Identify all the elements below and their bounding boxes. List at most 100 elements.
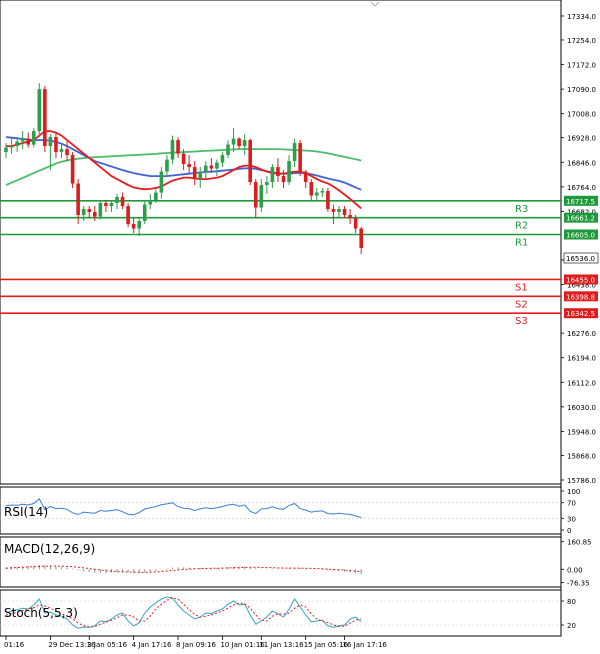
price-tick-label: 16764.0 [567, 184, 596, 192]
pivot-value-label: 16342.5 [566, 310, 595, 318]
pivot-value-label: 16717.5 [566, 198, 595, 206]
price-tick-label: 17172.0 [567, 62, 596, 70]
time-tick-label: 3 Jan 05:16 [87, 641, 127, 649]
time-tick-label: 8 Jan 09:16 [176, 641, 216, 649]
candle-body-up [320, 191, 325, 193]
candle-body-down [331, 209, 336, 213]
candle-body-down [209, 165, 214, 169]
candle-body-down [65, 149, 69, 156]
candle-body-up [9, 146, 14, 148]
candle-body-up [137, 221, 141, 229]
price-tick-label: 16846.0 [567, 159, 596, 167]
candle-body-up [20, 138, 25, 142]
candle-body-down [104, 203, 108, 207]
pivot-name-s1: S1 [515, 282, 528, 293]
candle-body-up [37, 89, 42, 132]
candle-body-up [15, 141, 19, 147]
candle-body-up [287, 161, 291, 183]
candle-body-down [309, 182, 314, 196]
candle-body-up [231, 138, 236, 145]
candle-body-down [187, 164, 191, 168]
candle-body-up [81, 209, 86, 216]
candle-body-up [270, 167, 275, 183]
candle-body-down [353, 218, 358, 229]
rsi-tick-label: 70 [567, 500, 576, 508]
candle-body-up [242, 140, 247, 147]
price-axis: 17334.0 17254.0 17172.0 17090.0 17008.0 16928… [561, 13, 596, 485]
pivot-name-s3: S3 [515, 316, 528, 327]
candle-body-up [48, 137, 53, 147]
candle-body-down [176, 140, 180, 154]
macd-tick-label: -76.35 [567, 579, 590, 587]
candle-body-up [109, 203, 114, 207]
candle-body-down [76, 183, 80, 216]
price-tick-label: 15786.0 [567, 477, 596, 485]
time-tick-label: 11 Jan 13:16 [259, 641, 304, 649]
price-tick-label: 17090.0 [567, 86, 596, 94]
candle-body-down [359, 228, 363, 248]
candle-body-down [70, 155, 75, 184]
candle-body-up [154, 192, 158, 201]
candle-body-up [337, 209, 341, 213]
current-price-label: 16536.0 [566, 255, 595, 263]
candle-body-down [253, 182, 258, 208]
pivot-name-r3: R3 [515, 204, 528, 215]
candle-body-down [342, 209, 347, 216]
candle-body-up [148, 200, 153, 205]
price-tick-label: 17008.0 [567, 111, 596, 119]
candle-body-down [348, 215, 352, 219]
rsi-panel-frame [0, 486, 562, 535]
candle-body-down [248, 140, 252, 183]
rsi-tick-label: 30 [567, 515, 576, 523]
candle-body-down [326, 191, 330, 210]
rsi-title: RSI(14) [4, 505, 48, 519]
price-tick-label: 15948.0 [567, 428, 596, 436]
candle-body-down [303, 171, 308, 183]
candle-body-up [159, 171, 164, 193]
rsi-tick-label: 0 [567, 527, 571, 535]
main-panel-frame [0, 0, 562, 485]
price-tick-label: 17254.0 [567, 37, 596, 45]
candle-body-up [315, 192, 319, 196]
candle-body-up [292, 143, 297, 162]
price-tick-label: 16112.0 [567, 379, 596, 387]
time-tick-label: 4 Jan 17:16 [132, 641, 172, 649]
candle-body-up [220, 155, 225, 163]
candle-body-up [115, 197, 119, 204]
current-price-marker: 16536.0 [563, 252, 599, 264]
pivot-value-label: 16455.0 [566, 276, 595, 284]
candle-body-up [31, 131, 36, 145]
candle-body-up [98, 203, 103, 217]
candle-body-up [4, 147, 8, 153]
candle-body-up [170, 140, 175, 160]
candle-body-down [126, 206, 130, 225]
pivot-value-label: 16398.8 [566, 293, 595, 301]
time-tick-label: 16 Jan 17:16 [343, 641, 388, 649]
rsi-tick-label: 100 [567, 488, 580, 496]
stoch-tick-label: 20 [567, 622, 576, 630]
price-tick-label: 16030.0 [567, 404, 596, 412]
candle-body-down [281, 176, 286, 183]
price-tick-label: 17334.0 [567, 13, 596, 21]
candle-body-down [276, 167, 280, 177]
candle-body-up [265, 182, 269, 186]
candle-body-down [26, 138, 30, 145]
price-tick-label: 16928.0 [567, 135, 596, 143]
candle-body-up [142, 204, 147, 222]
candle-body-up [59, 149, 64, 153]
pivot-value-label: 16661.2 [566, 215, 595, 223]
macd-tick-label: 160.85 [567, 539, 592, 547]
stoch-title: Stoch(5,5,3) [4, 606, 78, 620]
candle-body-up [226, 144, 230, 156]
time-axis: 01:16 29 Dec 13:163 Jan 05:16 4 Jan 17:16 8… [4, 636, 387, 649]
candle-body-down [181, 153, 186, 165]
candle-body-down [93, 212, 97, 217]
time-tick-label: 01:16 [4, 641, 25, 649]
chart-root: 17334.0 17254.0 17172.0 17090.0 17008.0 16928… [0, 0, 599, 649]
pivot-name-s2: S2 [515, 299, 528, 310]
stoch-panel-frame [0, 589, 562, 637]
pivot-name-r1: R1 [515, 238, 528, 249]
candle-body-down [298, 143, 302, 172]
candle-body-down [237, 138, 241, 147]
macd-tick-label: 0.00 [567, 566, 583, 574]
